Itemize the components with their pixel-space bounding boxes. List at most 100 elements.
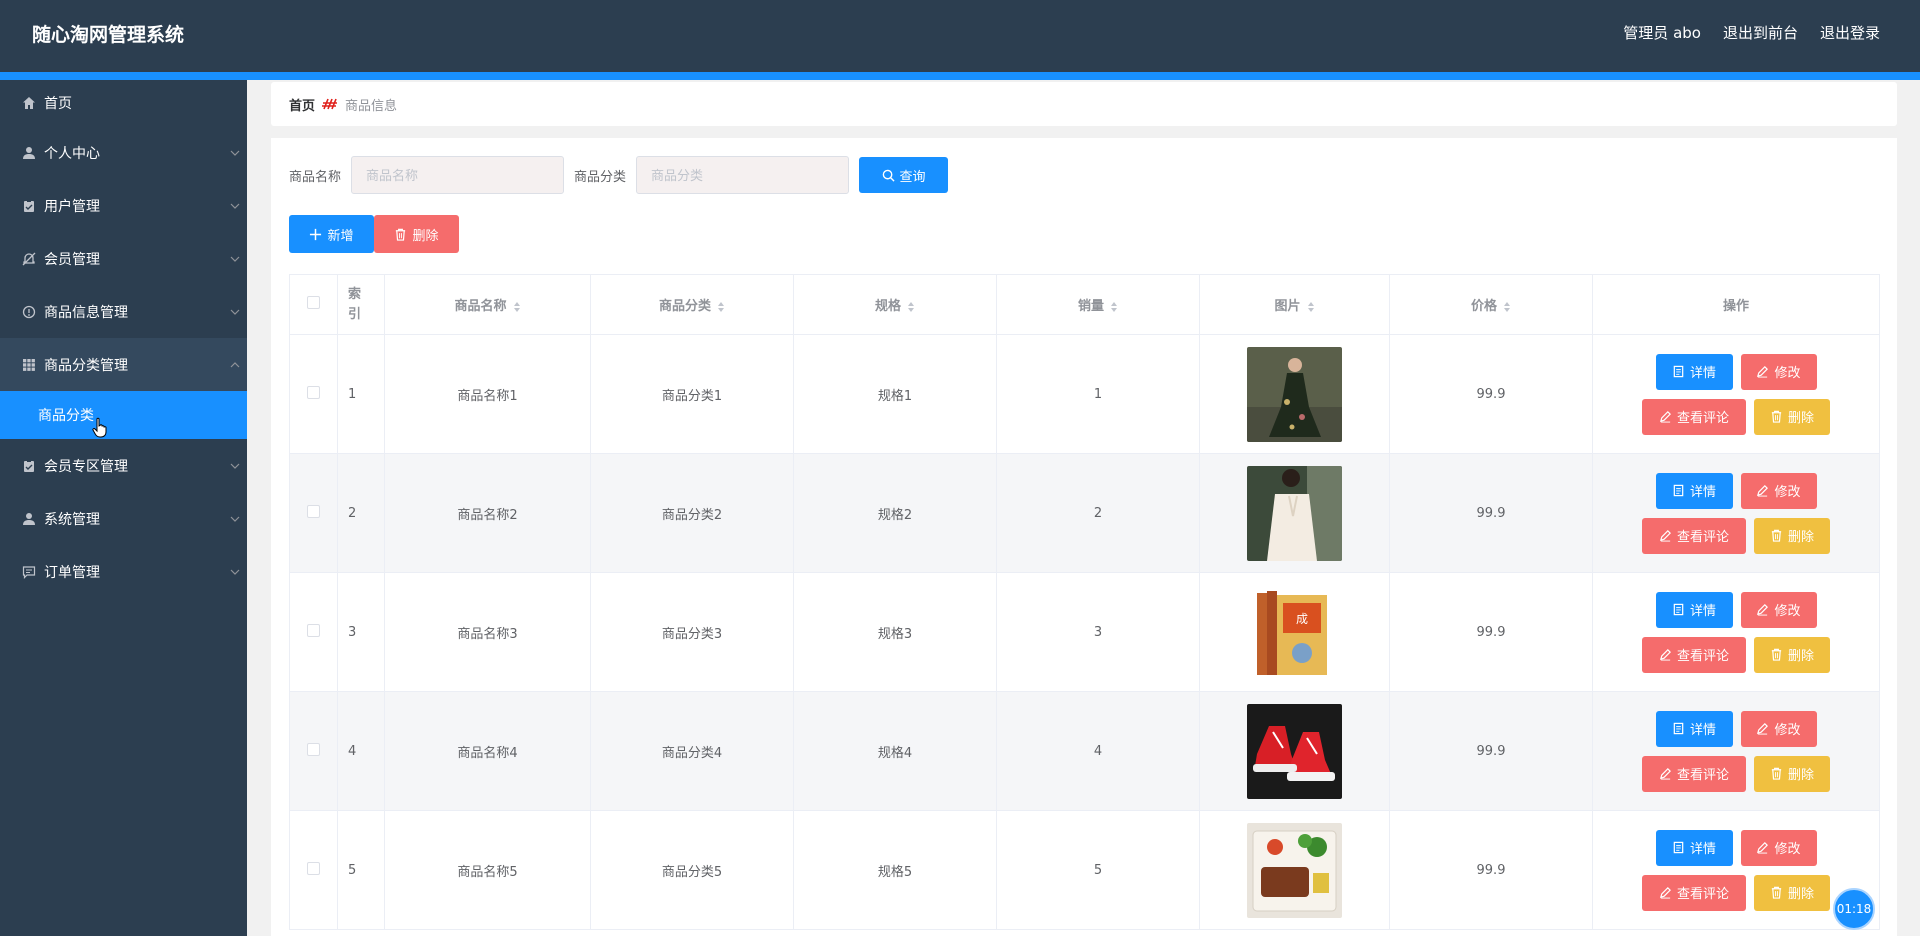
edit-icon	[1659, 768, 1671, 780]
sidebar-item-label: 商品分类管理	[44, 357, 128, 374]
sidebar-item-system[interactable]: 系统管理	[0, 492, 247, 545]
sidebar-item-label: 会员专区管理	[44, 458, 128, 475]
edit-button-label: 修改	[1774, 485, 1801, 500]
delete-button-label: 删除	[1787, 768, 1814, 783]
name-search-input[interactable]	[351, 156, 565, 194]
admin-name[interactable]: 管理员 abo	[1623, 22, 1701, 43]
table-row: 3 商品名称3 商品分类3 规格3 3 成 99.9 详情 修改 查看评论 删除	[289, 572, 1880, 692]
edit-button[interactable]: 修改	[1740, 472, 1817, 509]
breadcrumb-home[interactable]: 首页	[289, 95, 315, 114]
detail-button[interactable]: 详情	[1655, 353, 1733, 390]
header-name[interactable]: 商品名称	[384, 274, 591, 335]
detail-button-label: 详情	[1689, 842, 1716, 857]
breadcrumb-current: 商品信息	[345, 98, 398, 114]
chevron-up-icon	[230, 361, 240, 367]
delete-button[interactable]: 删除	[1754, 755, 1830, 792]
header-sales[interactable]: 销量	[996, 274, 1200, 335]
edit-button[interactable]: 修改	[1740, 353, 1817, 390]
sort-icon[interactable]	[1503, 301, 1511, 313]
delete-button[interactable]: 删除	[1754, 398, 1830, 435]
edit-icon	[1659, 649, 1671, 661]
edit-icon	[1757, 604, 1769, 616]
header-index: 索引	[337, 274, 385, 335]
product-thumbnail[interactable]	[1247, 822, 1342, 918]
header-spec[interactable]: 规格	[793, 274, 997, 335]
detail-button[interactable]: 详情	[1655, 472, 1733, 509]
row-checkbox[interactable]	[307, 861, 320, 875]
product-thumbnail[interactable]	[1247, 346, 1342, 442]
row-checkbox[interactable]	[307, 623, 320, 637]
edit-icon	[1757, 366, 1769, 378]
trash-icon	[1771, 648, 1782, 661]
delete-button[interactable]: 删除	[1754, 517, 1830, 554]
row-checkbox[interactable]	[307, 504, 320, 518]
edit-button-label: 修改	[1774, 842, 1801, 857]
add-button[interactable]: 新增	[289, 215, 374, 253]
view-reviews-button[interactable]: 查看评论	[1642, 874, 1746, 911]
delete-button-label: 删除	[1787, 530, 1814, 545]
query-button[interactable]: 查询	[859, 157, 949, 193]
detail-button[interactable]: 详情	[1655, 710, 1733, 747]
category-cell: 商品分类3	[590, 572, 794, 692]
delete-button[interactable]: 删除	[1754, 874, 1830, 911]
detail-button[interactable]: 详情	[1655, 829, 1733, 866]
sidebar-item-members[interactable]: 会员管理	[0, 232, 247, 285]
view-reviews-button[interactable]: 查看评论	[1642, 636, 1746, 673]
sort-icon[interactable]	[717, 301, 725, 313]
delete-button-label: 删除	[1787, 649, 1814, 664]
edit-icon	[1757, 485, 1769, 497]
product-thumbnail[interactable]	[1247, 465, 1342, 561]
index-cell: 1	[337, 334, 385, 454]
sidebar-item-orders[interactable]: 订单管理	[0, 545, 247, 598]
logout-link[interactable]: 退出登录	[1820, 22, 1880, 43]
edit-button[interactable]: 修改	[1740, 710, 1817, 747]
edit-button[interactable]: 修改	[1740, 829, 1817, 866]
view-reviews-button[interactable]: 查看评论	[1642, 398, 1746, 435]
svg-text:成: 成	[1296, 612, 1308, 626]
sort-icon[interactable]	[513, 301, 521, 313]
detail-button[interactable]: 详情	[1655, 591, 1733, 628]
chevron-down-icon	[230, 569, 240, 575]
trash-icon	[1771, 410, 1782, 423]
timer-badge[interactable]: 01:18	[1833, 888, 1875, 930]
sidebar-item-label: 首页	[44, 96, 72, 112]
row-checkbox[interactable]	[307, 385, 320, 399]
clipboard-icon	[22, 459, 36, 473]
row-checkbox[interactable]	[307, 742, 320, 756]
image-cell	[1199, 453, 1390, 573]
sidebar-item-product-info[interactable]: 商品信息管理	[0, 285, 247, 338]
header-price[interactable]: 价格	[1389, 274, 1593, 335]
document-icon	[1673, 722, 1684, 735]
header-category[interactable]: 商品分类	[590, 274, 794, 335]
price-cell: 99.9	[1389, 572, 1593, 692]
sidebar-item-profile[interactable]: 个人中心	[0, 126, 247, 179]
sort-icon[interactable]	[907, 301, 915, 313]
view-reviews-button[interactable]: 查看评论	[1642, 517, 1746, 554]
header-image[interactable]: 图片	[1199, 274, 1390, 335]
to-frontend-link[interactable]: 退出到前台	[1723, 22, 1798, 43]
sidebar-item-users[interactable]: 用户管理	[0, 179, 247, 232]
delete-button[interactable]: 删除	[1754, 636, 1830, 673]
product-thumbnail[interactable]: 成	[1247, 584, 1342, 680]
sort-icon[interactable]	[1110, 301, 1118, 313]
product-thumbnail[interactable]	[1247, 703, 1342, 799]
edit-button[interactable]: 修改	[1740, 591, 1817, 628]
category-search-input[interactable]	[636, 156, 850, 194]
sidebar-item-category-mgmt[interactable]: 商品分类管理	[0, 338, 247, 391]
batch-delete-button[interactable]: 删除	[374, 215, 459, 253]
index-cell: 5	[337, 810, 385, 930]
category-cell: 商品分类4	[590, 691, 794, 811]
view-reviews-button[interactable]: 查看评论	[1642, 755, 1746, 792]
sort-icon[interactable]	[1307, 301, 1315, 313]
top-header: 随心淘网管理系统 管理员 abo 退出到前台 退出登录	[0, 0, 1920, 72]
sidebar-item-home[interactable]: 首页	[0, 80, 247, 126]
user-icon	[22, 146, 36, 160]
sidebar-subitem-category[interactable]: 商品分类	[0, 391, 247, 439]
spec-cell: 规格2	[793, 453, 997, 573]
table-row: 5 商品名称5 商品分类5 规格5 5 99.9 详情 修改 查看评论 删除	[289, 810, 1880, 930]
header-index-label: 索引	[348, 286, 362, 322]
sidebar-item-member-zone[interactable]: 会员专区管理	[0, 439, 247, 492]
edit-icon	[1757, 842, 1769, 854]
select-all-checkbox[interactable]	[307, 296, 320, 309]
grid-icon	[22, 358, 36, 372]
